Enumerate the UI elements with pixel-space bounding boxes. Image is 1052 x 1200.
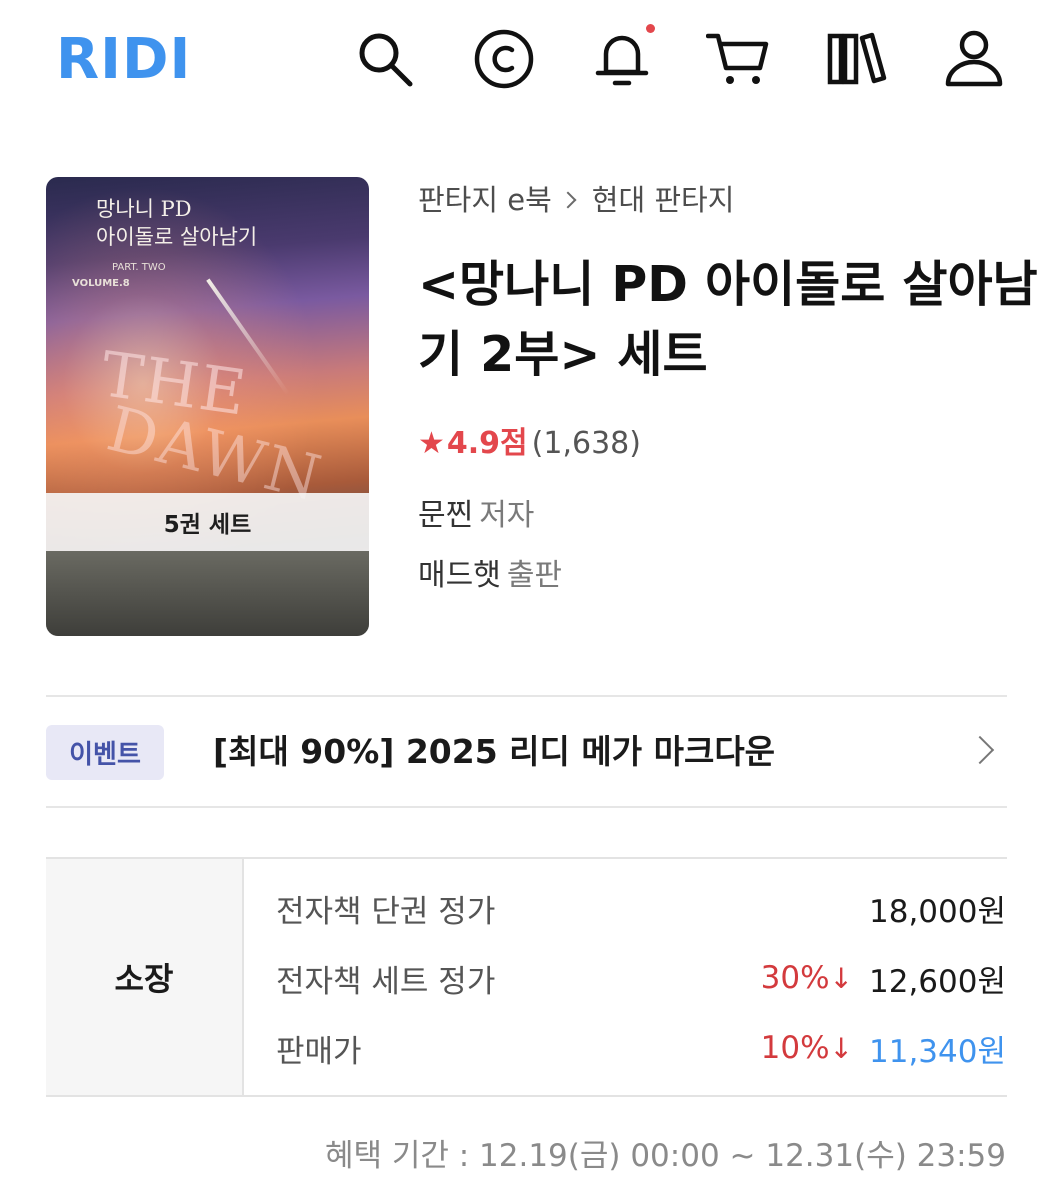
price-table: 소장 전자책 단권 정가 18,000원 전자책 세트 정가 30%↓ 12,6…: [46, 857, 1007, 1097]
author-name[interactable]: 문찐: [418, 498, 473, 533]
cover-part-text: PART. TWO: [112, 262, 166, 273]
user-icon[interactable]: [942, 26, 1006, 90]
rating-count: (1,638): [531, 426, 641, 461]
breadcrumb-item-modern-fantasy[interactable]: 현대 판타지: [592, 180, 735, 220]
chevron-right-icon: [559, 191, 577, 209]
benefit-period: 혜택 기간 : 12.19(금) 00:00 ~ 12.31(수) 23:59: [324, 1138, 1006, 1174]
price-value: 18,000원: [869, 893, 1006, 930]
discount-rate: 30%↓: [760, 960, 853, 996]
ridi-logo[interactable]: RIDI: [56, 28, 191, 92]
book-cover[interactable]: 망나니 PD 아이돌로 살아남기 PART. TWO VOLUME.8 THE …: [46, 177, 369, 636]
price-value: 12,600원: [869, 963, 1006, 1000]
divider: [46, 806, 1007, 808]
cover-footer: [46, 551, 369, 636]
cart-icon[interactable]: [706, 26, 770, 90]
set-count-badge: 5권 세트: [46, 493, 369, 551]
breadcrumb-item-fantasy-ebook[interactable]: 판타지 e북: [418, 180, 552, 220]
library-icon[interactable]: [826, 26, 890, 90]
publisher-name[interactable]: 매드햇: [418, 558, 501, 593]
down-arrow-icon: ↓: [829, 962, 853, 995]
discount-rate: 10%↓: [760, 1030, 853, 1066]
author-row: 문찐 저자: [418, 496, 534, 536]
cover-title: 망나니 PD 아이돌로 살아남기: [96, 195, 296, 251]
event-link[interactable]: [최대 90%] 2025 리디 메가 마크다운: [213, 728, 775, 776]
author-role: 저자: [479, 498, 535, 533]
breadcrumb: 판타지 e북 현대 판타지: [418, 180, 734, 220]
cover-volume-text: VOLUME.8: [72, 278, 130, 289]
price-row-set-list-price: 전자책 세트 정가 30%↓ 12,600원: [276, 953, 1006, 1003]
price-label: 전자책 단권 정가: [276, 893, 496, 930]
top-header: RIDI: [0, 0, 1052, 120]
search-icon[interactable]: [352, 26, 416, 90]
publisher-role: 출판: [506, 558, 563, 593]
cash-icon[interactable]: [472, 26, 536, 90]
price-row-single-list-price: 전자책 단권 정가 18,000원: [276, 883, 1006, 933]
bell-icon[interactable]: [590, 26, 654, 90]
cover-title-line2: 아이돌로 살아남기: [96, 225, 258, 249]
event-badge: 이벤트: [46, 725, 164, 780]
ownership-label: 소장: [46, 859, 244, 1095]
publisher-row: 매드햇 출판: [418, 556, 562, 596]
star-icon: ★: [418, 426, 445, 461]
rating[interactable]: ★ 4.9점 (1,638): [418, 424, 641, 464]
price-label: 전자책 세트 정가: [276, 963, 496, 1000]
chevron-right-icon[interactable]: [965, 735, 995, 765]
cover-title-line1: 망나니 PD: [96, 197, 192, 221]
notification-dot: [646, 24, 655, 33]
final-price-value: 11,340원: [869, 1033, 1006, 1070]
divider: [46, 695, 1007, 697]
price-row-sale-price: 판매가 10%↓ 11,340원: [276, 1023, 1006, 1073]
down-arrow-icon: ↓: [829, 1032, 853, 1065]
rating-score: 4.9점: [446, 426, 528, 461]
price-label: 판매가: [276, 1033, 362, 1070]
book-title: <망나니 PD 아이돌로 살아남기 2부> 세트: [418, 256, 1038, 383]
